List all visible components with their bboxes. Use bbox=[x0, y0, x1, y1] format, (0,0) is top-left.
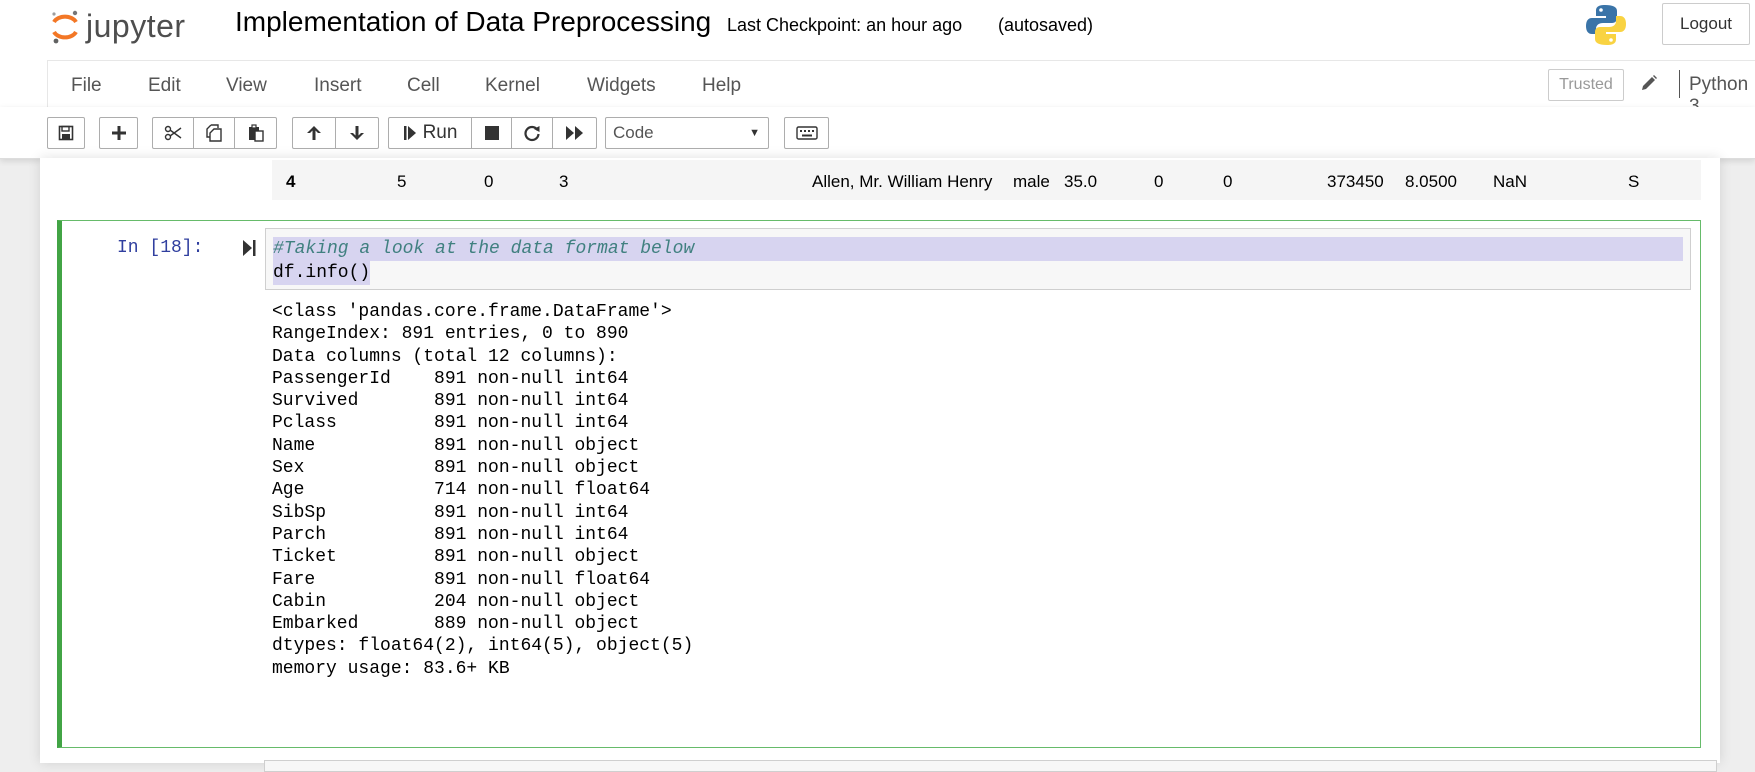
copy-button[interactable] bbox=[193, 117, 235, 149]
save-icon bbox=[58, 125, 74, 141]
command-palette-button[interactable] bbox=[784, 117, 829, 149]
menu-kernel[interactable]: Kernel bbox=[485, 75, 540, 97]
output-line: dtypes: float64(2), int64(5), object(5) bbox=[272, 636, 694, 657]
code-cell-selected[interactable]: In [18]: #Taking a look at the data form… bbox=[57, 220, 1701, 748]
output-line: Age 714 non-null float64 bbox=[272, 480, 651, 501]
logout-button[interactable]: Logout bbox=[1662, 3, 1750, 45]
toolbar: Run Code ▼ bbox=[0, 107, 1755, 159]
output-line: Cabin 204 non-null object bbox=[272, 591, 640, 612]
dropdown-arrow-icon: ▼ bbox=[749, 127, 760, 139]
menubar: File Edit View Insert Cell Kernel Widget… bbox=[47, 60, 1755, 117]
restart-icon bbox=[524, 125, 540, 142]
save-button[interactable] bbox=[47, 117, 85, 149]
notebook-name[interactable]: Implementation of Data Preprocessing bbox=[235, 6, 711, 38]
table-cell: 373450 bbox=[1327, 172, 1384, 191]
checkpoint-status: Last Checkpoint: an hour ago bbox=[727, 15, 963, 35]
menu-widgets[interactable]: Widgets bbox=[587, 75, 656, 97]
move-down-button[interactable] bbox=[335, 117, 379, 149]
autosave-status: (autosaved) bbox=[998, 15, 1094, 35]
run-label: Run bbox=[422, 122, 458, 143]
output-line: Survived 891 non-null int64 bbox=[272, 391, 629, 412]
arrow-up-icon bbox=[307, 126, 321, 140]
restart-run-all-button[interactable] bbox=[552, 117, 597, 149]
copy-icon bbox=[206, 124, 222, 142]
menubar-container: File Edit View Insert Cell Kernel Widget… bbox=[0, 60, 1755, 117]
arrow-down-icon bbox=[350, 126, 364, 140]
table-cell: 0 bbox=[1154, 172, 1164, 191]
output-line: Embarked 889 non-null object bbox=[272, 614, 640, 635]
keyboard-icon bbox=[795, 126, 818, 140]
menu-view[interactable]: View bbox=[226, 75, 267, 97]
output-line: PassengerId 891 non-null int64 bbox=[272, 368, 629, 389]
output-line: memory usage: 83.6+ KB bbox=[272, 658, 510, 679]
paste-button[interactable] bbox=[234, 117, 277, 149]
run-icon bbox=[403, 126, 416, 140]
table-cell: 8.0500 bbox=[1405, 172, 1457, 191]
table-cell: 0 bbox=[484, 172, 494, 191]
next-cell-input-edge[interactable] bbox=[264, 760, 1717, 772]
cell-type-value: Code bbox=[613, 123, 654, 142]
output-line: Ticket 891 non-null object bbox=[272, 547, 640, 568]
output-line: Sex 891 non-null object bbox=[272, 458, 640, 479]
python-logo-icon bbox=[1586, 5, 1626, 45]
output-line: <class 'pandas.core.frame.DataFrame'> bbox=[272, 302, 672, 322]
jupyter-orbit-icon bbox=[52, 10, 78, 44]
menu-insert[interactable]: Insert bbox=[314, 75, 362, 97]
interrupt-button[interactable] bbox=[471, 117, 512, 149]
menu-help[interactable]: Help bbox=[702, 75, 741, 97]
row-index: 4 bbox=[286, 172, 296, 191]
output-line: Pclass 891 non-null int64 bbox=[272, 413, 629, 434]
output-line: RangeIndex: 891 entries, 0 to 890 bbox=[272, 324, 629, 345]
code-comment-line: #Taking a look at the data format below bbox=[273, 237, 1683, 261]
header-bar: jupyter Implementation of Data Preproces… bbox=[0, 0, 1755, 61]
table-cell: male bbox=[1013, 172, 1050, 191]
cell-output-text: <class 'pandas.core.frame.DataFrame'> Ran… bbox=[272, 301, 693, 680]
code-line: df.info() bbox=[273, 261, 371, 285]
table-cell: 3 bbox=[559, 172, 569, 191]
insert-cell-button[interactable] bbox=[99, 117, 138, 149]
cut-icon bbox=[164, 125, 182, 141]
stop-icon bbox=[484, 126, 499, 140]
table-cell: Allen, Mr. William Henry bbox=[812, 172, 993, 191]
cut-button[interactable] bbox=[152, 117, 194, 149]
previous-output-table-row: 4 5 0 3 Allen, Mr. William Henry male 35… bbox=[272, 160, 1701, 200]
notebook-container: 4 5 0 3 Allen, Mr. William Henry male 35… bbox=[40, 158, 1720, 763]
output-line: Name 891 non-null object bbox=[272, 435, 640, 456]
kernel-separator bbox=[1679, 70, 1680, 98]
code-input-area[interactable]: #Taking a look at the data format below … bbox=[265, 228, 1691, 290]
run-button[interactable]: Run bbox=[388, 117, 472, 149]
output-line: Parch 891 non-null int64 bbox=[272, 524, 629, 545]
logo-text: jupyter bbox=[86, 7, 186, 44]
plus-icon bbox=[111, 126, 126, 140]
cell-type-select[interactable]: Code ▼ bbox=[605, 117, 769, 149]
table-cell: S bbox=[1628, 172, 1640, 191]
menu-edit[interactable]: Edit bbox=[148, 75, 181, 97]
menu-file[interactable]: File bbox=[71, 75, 102, 97]
run-cell-icon[interactable] bbox=[242, 239, 258, 257]
trusted-button[interactable]: Trusted bbox=[1548, 69, 1624, 101]
jupyter-logo[interactable]: jupyter bbox=[50, 4, 186, 48]
fast-forward-icon bbox=[565, 126, 583, 140]
menu-cell[interactable]: Cell bbox=[407, 75, 440, 97]
pencil-icon[interactable] bbox=[1640, 74, 1658, 92]
restart-button[interactable] bbox=[511, 117, 553, 149]
move-up-button[interactable] bbox=[292, 117, 336, 149]
table-cell: 5 bbox=[397, 172, 407, 191]
input-prompt: In [18]: bbox=[117, 238, 204, 258]
paste-icon bbox=[248, 124, 264, 142]
output-line: Data columns (total 12 columns): bbox=[272, 346, 618, 367]
table-cell: 0 bbox=[1223, 172, 1233, 191]
output-line: Fare 891 non-null float64 bbox=[272, 569, 651, 590]
output-line: SibSp 891 non-null int64 bbox=[272, 502, 629, 523]
table-cell: NaN bbox=[1493, 172, 1528, 191]
table-cell: 35.0 bbox=[1064, 172, 1098, 191]
